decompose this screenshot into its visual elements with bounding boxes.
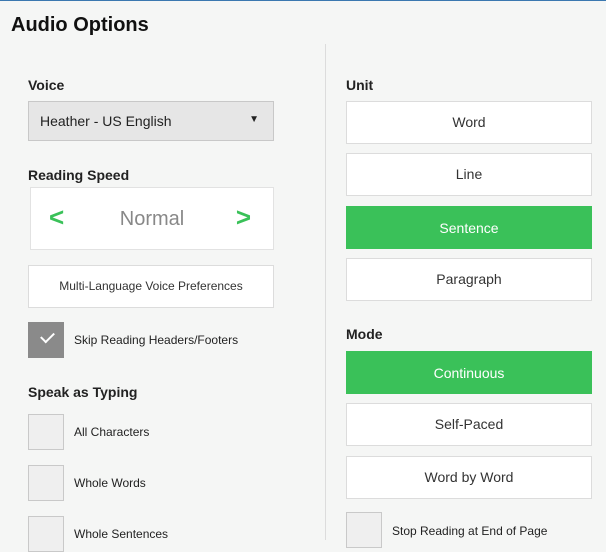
dropdown-arrow-icon: ▼ [249, 114, 259, 125]
skip-headers-checkbox[interactable] [28, 322, 64, 358]
unit-label: Unit [346, 77, 374, 93]
column-divider [325, 44, 326, 540]
unit-sentence-button[interactable]: Sentence [346, 206, 592, 249]
mode-continuous-button[interactable]: Continuous [346, 351, 592, 394]
whole-sentences-checkbox[interactable] [28, 516, 64, 552]
stop-reading-label: Stop Reading at End of Page [392, 524, 548, 538]
whole-words-label: Whole Words [74, 476, 146, 490]
chevron-right-icon[interactable]: > [236, 202, 251, 232]
unit-line-button[interactable]: Line [346, 153, 592, 196]
stop-reading-checkbox[interactable] [346, 512, 382, 548]
unit-paragraph-button[interactable]: Paragraph [346, 258, 592, 301]
panel-title: Audio Options [11, 14, 149, 36]
whole-words-checkbox[interactable] [28, 465, 64, 501]
speak-as-typing-label: Speak as Typing [28, 384, 138, 400]
reading-speed-control: < Normal > [30, 187, 274, 250]
top-border [0, 0, 606, 1]
unit-word-button[interactable]: Word [346, 101, 592, 144]
reading-speed-label: Reading Speed [28, 167, 130, 183]
checkmark-icon [40, 328, 55, 344]
mode-self-paced-button[interactable]: Self-Paced [346, 403, 592, 446]
mode-word-by-word-button[interactable]: Word by Word [346, 456, 592, 499]
all-characters-checkbox[interactable] [28, 414, 64, 450]
mode-label: Mode [346, 326, 383, 342]
all-characters-label: All Characters [74, 425, 150, 439]
voice-label: Voice [28, 77, 65, 93]
multi-language-voice-preferences-button[interactable]: Multi-Language Voice Preferences [28, 265, 274, 308]
voice-selected-value: Heather - US English [40, 113, 172, 129]
whole-sentences-label: Whole Sentences [74, 527, 169, 541]
skip-headers-label: Skip Reading Headers/Footers [74, 333, 239, 347]
voice-select[interactable]: Heather - US English ▼ [28, 101, 274, 141]
